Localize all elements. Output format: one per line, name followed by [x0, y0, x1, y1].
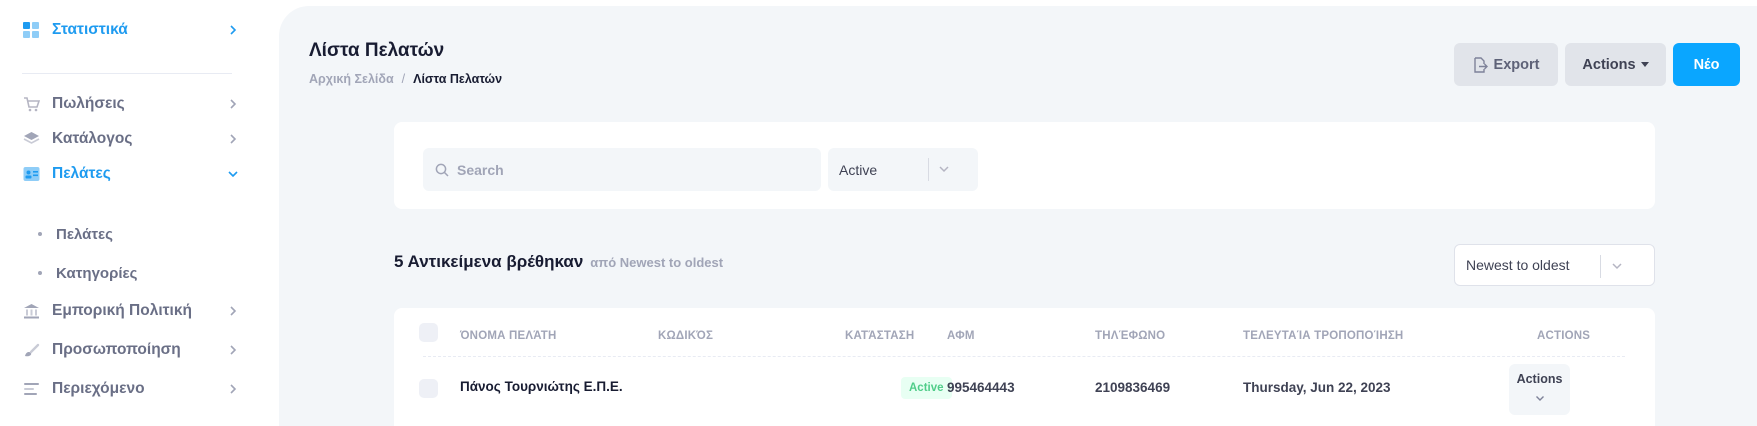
customer-afm: 995464443: [947, 380, 1015, 395]
dashboard-icon: [22, 21, 40, 39]
filter-card: Active: [394, 122, 1655, 209]
results-sort-note: από Newest to oldest: [590, 255, 724, 270]
sidebar-item-label: Προσωποποίηση: [52, 341, 181, 358]
sidebar-item-commercial-policy[interactable]: Εμπορική Πολιτική: [22, 296, 240, 326]
select-separator: [928, 158, 929, 181]
chevron-right-icon: [226, 304, 240, 318]
chevron-right-icon: [226, 343, 240, 357]
column-header-name[interactable]: ΌΝΟΜΑ ΠΕΛΆΤΗ: [460, 330, 557, 342]
sidebar-subitem-label: Κατηγορίες: [56, 264, 138, 282]
column-header-code[interactable]: ΚΩΔΙΚΌΣ: [658, 330, 713, 342]
row-checkbox[interactable]: [419, 379, 438, 398]
customers-table: ΌΝΟΜΑ ΠΕΛΆΤΗ ΚΩΔΙΚΌΣ ΚΑΤΆΣΤΑΣΗ ΑΦΜ ΤΗΛΈΦ…: [394, 308, 1655, 426]
column-header-phone[interactable]: ΤΗΛΈΦΩΝΟ: [1095, 330, 1165, 342]
column-header-status[interactable]: ΚΑΤΆΣΤΑΣΗ: [845, 330, 914, 342]
main-content: Λίστα Πελατών Αρχική Σελίδα / Λίστα Πελα…: [279, 6, 1757, 426]
sidebar-item-content[interactable]: Περιεχόμενο: [22, 374, 240, 404]
sidebar-subitem-categories[interactable]: Κατηγορίες: [38, 261, 137, 285]
chevron-right-icon: [226, 382, 240, 396]
actions-dropdown-button[interactable]: Actions: [1565, 43, 1666, 86]
chevron-down-icon: [1535, 389, 1545, 407]
row-actions-button[interactable]: Actions: [1509, 364, 1570, 415]
page-title: Λίστα Πελατών: [309, 40, 445, 61]
row-actions-label: Actions: [1516, 372, 1563, 386]
sidebar-item-label: Εμπορική Πολιτική: [52, 302, 192, 319]
sort-select[interactable]: Newest to oldest: [1454, 244, 1655, 286]
chevron-down-icon: [1611, 259, 1623, 273]
column-header-modified[interactable]: ΤΕΛΕΥΤΑΊΑ ΤΡΟΠΟΠΟΊΗΣΗ: [1243, 330, 1403, 342]
sidebar-item-label: Περιεχόμενο: [52, 380, 145, 397]
status-filter-value: Active: [839, 161, 878, 178]
chevron-right-icon: [226, 132, 240, 146]
search-box[interactable]: [423, 148, 821, 191]
export-button[interactable]: Export: [1454, 43, 1558, 86]
sidebar-item-label: Πελάτες: [52, 165, 111, 182]
header-divider: [423, 356, 1625, 357]
brush-icon: [22, 341, 40, 359]
sidebar-subitem-label: Πελάτες: [56, 225, 113, 243]
sidebar-item-statistics[interactable]: Στατιστικά: [22, 15, 240, 45]
chevron-right-icon: [226, 97, 240, 111]
sidebar-item-label: Πωλήσεις: [52, 95, 125, 112]
bank-icon: [22, 302, 40, 320]
sort-select-value: Newest to oldest: [1466, 257, 1570, 273]
select-separator: [1600, 255, 1601, 278]
export-button-label: Export: [1493, 56, 1540, 73]
customer-phone: 2109836469: [1095, 380, 1171, 395]
sidebar-item-sales[interactable]: Πωλήσεις: [22, 89, 240, 119]
actions-button-label: Actions: [1582, 56, 1636, 73]
select-all-checkbox[interactable]: [419, 323, 438, 342]
layers-icon: [22, 130, 40, 148]
caret-down-icon: [1640, 62, 1649, 67]
sidebar-divider: [22, 73, 232, 74]
customer-modified-date: Thursday, Jun 22, 2023: [1243, 380, 1391, 395]
customer-name-link[interactable]: Πάνος Τουρνιώτης Ε.Π.Ε.: [460, 379, 623, 394]
bullet-icon: [38, 271, 42, 275]
breadcrumb-separator: /: [401, 72, 406, 86]
contact-card-icon: [22, 165, 40, 183]
status-filter-select[interactable]: Active: [828, 148, 978, 191]
column-header-afm[interactable]: ΑΦΜ: [947, 330, 975, 342]
breadcrumb: Αρχική Σελίδα / Λίστα Πελατών: [309, 72, 502, 86]
status-badge: Active: [901, 377, 952, 399]
text-lines-icon: [22, 380, 40, 398]
chevron-down-icon: [226, 167, 240, 181]
new-button[interactable]: Νέο: [1673, 43, 1740, 86]
sidebar: Στατιστικά Πωλήσεις Κατάλογος Πελάτες Πε…: [0, 0, 260, 426]
chevron-down-icon: [938, 162, 950, 176]
results-summary: 5 Αντικείμενα βρέθηκαν από Newest to old…: [394, 252, 723, 272]
sidebar-item-personalization[interactable]: Προσωποποίηση: [22, 335, 240, 365]
sidebar-item-label: Κατάλογος: [52, 130, 133, 147]
chevron-right-icon: [226, 23, 240, 37]
sidebar-item-label: Στατιστικά: [52, 21, 128, 38]
sidebar-item-catalog[interactable]: Κατάλογος: [22, 124, 240, 154]
bullet-icon: [38, 232, 42, 236]
breadcrumb-home-link[interactable]: Αρχική Σελίδα: [309, 72, 394, 86]
column-header-actions: ACTIONS: [1537, 330, 1591, 342]
sidebar-item-customers[interactable]: Πελάτες: [22, 159, 240, 189]
breadcrumb-current: Λίστα Πελατών: [413, 72, 503, 86]
export-file-icon: [1473, 56, 1488, 73]
new-button-label: Νέο: [1693, 56, 1720, 73]
results-count: 5 Αντικείμενα βρέθηκαν: [394, 252, 584, 271]
search-input[interactable]: [457, 161, 797, 178]
sidebar-subitem-customers[interactable]: Πελάτες: [38, 222, 113, 246]
cart-icon: [22, 95, 40, 113]
search-icon: [435, 163, 449, 177]
